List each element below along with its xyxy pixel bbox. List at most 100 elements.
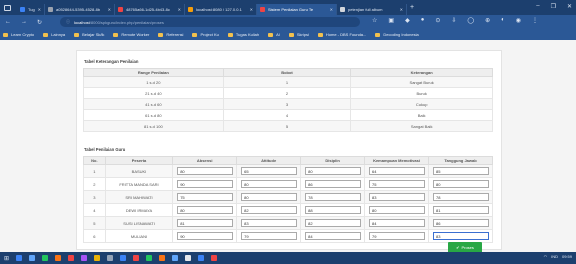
taskbar-app-icon[interactable] xyxy=(81,255,88,261)
bookmark-item[interactable]: Home - DBS Founda... xyxy=(317,32,366,37)
extension-icon[interactable]: ⊙ xyxy=(435,17,440,24)
taskbar-app-icon[interactable] xyxy=(185,255,192,261)
score-input[interactable] xyxy=(241,206,298,214)
browser-tab[interactable]: petenjian full album ✕ xyxy=(337,3,407,15)
score-input[interactable] xyxy=(177,180,234,188)
taskbar-app-icon[interactable] xyxy=(68,255,75,261)
taskbar-app-icon[interactable] xyxy=(120,255,127,261)
score-input[interactable] xyxy=(177,219,234,227)
score-input[interactable] xyxy=(369,232,426,240)
score-input[interactable] xyxy=(305,219,362,227)
row-number: 5 xyxy=(83,216,106,230)
forward-icon[interactable]: → xyxy=(21,19,27,25)
browser-tab[interactable]: 48765a66-1d25-4b43-8c ✕ xyxy=(115,3,185,15)
extension-icon[interactable]: ◯ xyxy=(467,17,474,24)
profile-avatar-icon[interactable]: ◉ xyxy=(516,17,521,24)
extension-icon[interactable]: ◆ xyxy=(405,17,410,24)
extension-icon[interactable]: ⊕ xyxy=(485,17,490,24)
score-input[interactable] xyxy=(369,219,426,227)
taskbar-app-icon[interactable] xyxy=(29,255,36,261)
clock[interactable]: 09:59 xyxy=(562,254,572,259)
tab-close-icon[interactable]: ✕ xyxy=(178,7,181,12)
bookmark-item[interactable]: Learn Crypto xyxy=(3,32,34,37)
window-icon[interactable] xyxy=(4,4,11,11)
score-input[interactable] xyxy=(177,206,234,214)
browser-tab[interactable]: localhost:8080 / 127.0.0.1 ✕ xyxy=(185,3,257,15)
download-icon[interactable]: ⇩ xyxy=(451,17,456,24)
taskbar-app-icon[interactable] xyxy=(55,255,62,261)
extension-icon[interactable]: ▣ xyxy=(388,17,394,24)
score-input[interactable] xyxy=(305,180,362,188)
wifi-icon[interactable]: ◠ xyxy=(544,254,548,259)
tab-close-icon[interactable]: ✕ xyxy=(330,7,333,12)
table-cell: Sangat Baik xyxy=(350,120,493,132)
browser-tab[interactable]: a0528644-5395-4528-8b ✕ xyxy=(45,3,115,15)
back-icon[interactable]: ← xyxy=(5,19,11,25)
site-info-icon[interactable]: ⓘ xyxy=(66,19,70,25)
score-input[interactable] xyxy=(369,167,426,175)
taskbar-app-icon[interactable] xyxy=(159,255,166,261)
score-input[interactable] xyxy=(433,206,489,214)
bookmark-item[interactable]: Decoding Indonesia xyxy=(375,32,419,37)
score-cell xyxy=(364,216,429,230)
score-input[interactable] xyxy=(305,193,362,201)
bookmark-item[interactable]: Belajar Sk/lk xyxy=(74,32,104,37)
score-input[interactable] xyxy=(369,193,426,201)
score-input[interactable] xyxy=(433,232,489,240)
column-header: Bobot xyxy=(222,68,352,77)
score-input[interactable] xyxy=(305,232,362,240)
score-input[interactable] xyxy=(241,219,298,227)
taskbar-app-icon[interactable] xyxy=(198,255,205,261)
score-input[interactable] xyxy=(369,206,426,214)
browser-tab[interactable]: Sistem Penilaian Guru Te ✕ xyxy=(257,3,337,15)
browser-tab[interactable]: Tugas✕ xyxy=(17,3,45,15)
start-button[interactable]: ⊞ xyxy=(4,255,9,262)
bookmark-item[interactable]: Lainnya xyxy=(43,32,65,37)
bookmark-item[interactable]: Referensi xyxy=(158,32,183,37)
maximize-button[interactable]: ❐ xyxy=(551,3,556,10)
tab-close-icon[interactable]: ✕ xyxy=(250,7,253,12)
reload-icon[interactable]: ↻ xyxy=(37,19,42,26)
score-input[interactable] xyxy=(177,193,234,201)
bookmark-item[interactable]: Skripsi xyxy=(288,32,309,37)
tab-close-icon[interactable]: ✕ xyxy=(38,7,41,12)
score-input[interactable] xyxy=(433,167,489,175)
url-field[interactable]: ⓘ localhost /8000/spkguru/index.php/peni… xyxy=(60,17,360,27)
score-cell xyxy=(300,177,366,191)
close-window-button[interactable]: ✕ xyxy=(567,3,572,10)
taskbar-app-icon[interactable] xyxy=(16,255,23,261)
bookmark-item[interactable]: Project Ku xyxy=(192,32,219,37)
score-input[interactable] xyxy=(241,193,298,201)
score-input[interactable] xyxy=(177,232,234,240)
score-input[interactable] xyxy=(305,206,362,214)
folder-icon xyxy=(227,32,233,37)
score-input[interactable] xyxy=(241,167,298,175)
taskbar-app-icon[interactable] xyxy=(172,255,179,261)
taskbar-app-icon[interactable] xyxy=(211,255,218,261)
language-indicator[interactable]: IND xyxy=(551,254,558,259)
score-input[interactable] xyxy=(433,180,489,188)
menu-dots-icon[interactable]: ⋮ xyxy=(532,17,538,24)
taskbar-app-icon[interactable] xyxy=(107,255,114,261)
bookmark-item[interactable]: Remote Worker xyxy=(113,32,149,37)
score-input[interactable] xyxy=(369,180,426,188)
score-input[interactable] xyxy=(433,219,489,227)
score-input[interactable] xyxy=(433,193,489,201)
tab-close-icon[interactable]: ✕ xyxy=(400,7,403,12)
taskbar-app-icon[interactable] xyxy=(42,255,49,261)
extension-icon[interactable]: ◐ xyxy=(501,17,505,24)
new-tab-button[interactable]: + xyxy=(410,4,414,11)
score-input[interactable] xyxy=(241,232,298,240)
minimize-button[interactable]: – xyxy=(536,3,539,10)
bookmark-star-icon[interactable]: ☆ xyxy=(372,17,377,24)
score-input[interactable] xyxy=(241,180,298,188)
taskbar-app-icon[interactable] xyxy=(146,255,153,261)
bookmark-item[interactable]: Tugas Kuliah xyxy=(227,32,259,37)
score-input[interactable] xyxy=(305,167,362,175)
taskbar-app-icon[interactable] xyxy=(133,255,140,261)
tab-close-icon[interactable]: ✕ xyxy=(108,7,111,12)
bookmark-item[interactable]: AI xyxy=(268,32,280,37)
taskbar-app-icon[interactable] xyxy=(94,255,101,261)
extension-icon[interactable]: ● xyxy=(421,17,425,24)
score-input[interactable] xyxy=(177,167,234,175)
